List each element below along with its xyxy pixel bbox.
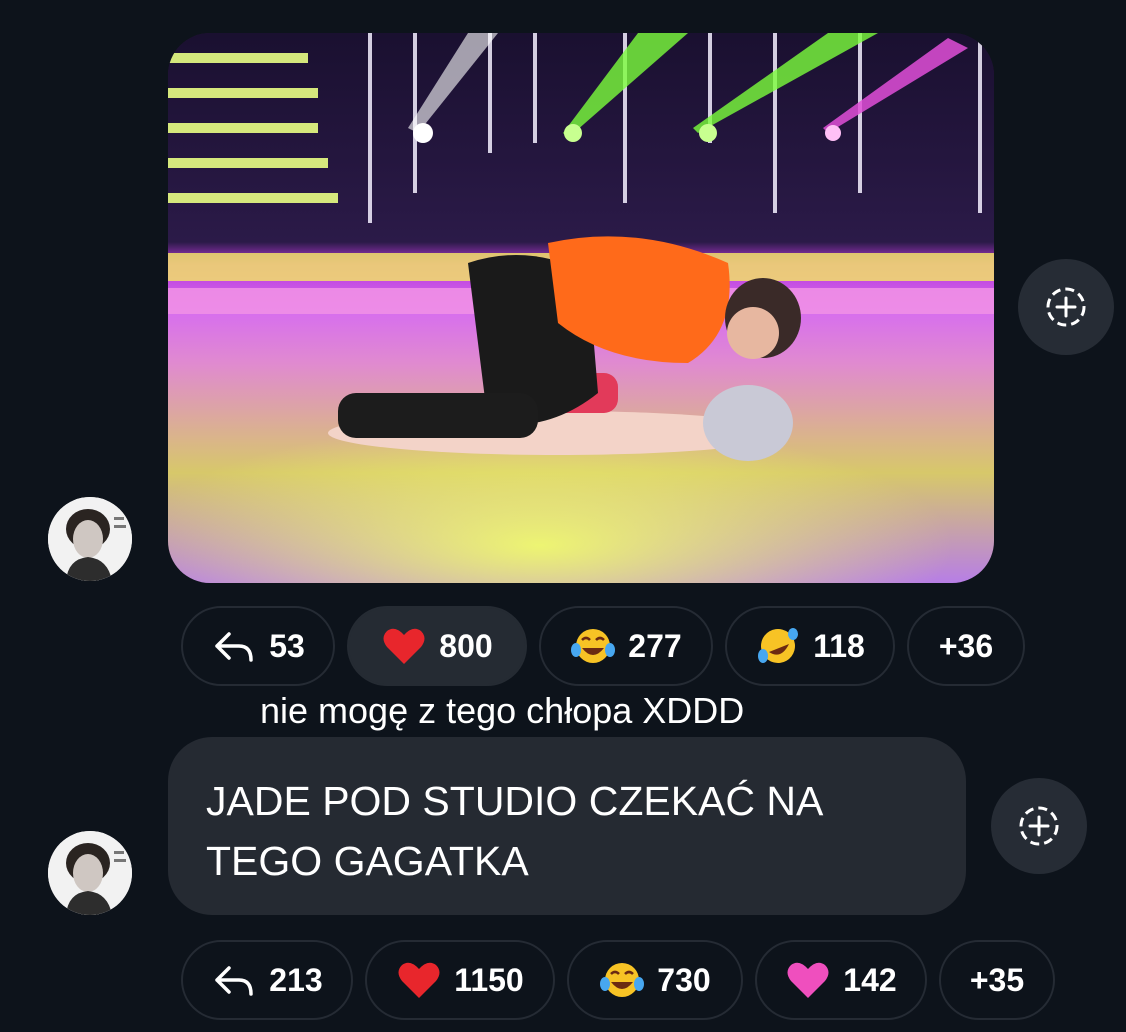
reply-arrow-icon <box>211 960 257 1000</box>
more-reactions-chip[interactable]: +35 <box>939 940 1055 1020</box>
avatar-portrait-image <box>48 497 132 581</box>
rofl-reaction-chip[interactable]: 118 <box>725 606 895 686</box>
laugh-reaction-chip[interactable]: 277 <box>539 606 713 686</box>
reaction-count: 1150 <box>454 961 524 998</box>
reply-arrow-icon <box>211 626 257 666</box>
message-caption: nie mogę z tego chłopa XDDD <box>260 690 745 731</box>
reaction-count: 277 <box>628 627 682 664</box>
heart-reaction-chip[interactable]: 1150 <box>365 940 555 1020</box>
reaction-bar: 213 1150 730 142 +35 <box>181 940 1055 1020</box>
avatar-portrait-image <box>48 831 132 915</box>
message-text: JADE POD STUDIO CZEKAĆ NA TEGO GAGATKA <box>206 778 822 884</box>
dance-stage-image <box>168 33 994 583</box>
pink-heart-reaction-chip[interactable]: 142 <box>755 940 927 1020</box>
red-heart-emoji <box>396 960 442 1000</box>
more-reactions-chip[interactable]: +36 <box>907 606 1025 686</box>
add-circle-dashed-icon <box>1046 287 1086 327</box>
tears-of-joy-emoji <box>599 960 645 1000</box>
reaction-count: 800 <box>439 627 493 664</box>
add-circle-dashed-icon <box>1019 806 1059 846</box>
tears-of-joy-emoji <box>570 626 616 666</box>
reply-chip[interactable]: 53 <box>181 606 335 686</box>
reaction-bar: 53 800 277 118 +36 <box>181 606 1025 686</box>
share-button[interactable] <box>1018 259 1114 355</box>
reaction-count: 142 <box>843 961 897 998</box>
reaction-count: +35 <box>969 961 1025 998</box>
reaction-count: +36 <box>938 627 994 664</box>
reaction-count: 53 <box>269 627 305 664</box>
message-bubble[interactable]: JADE POD STUDIO CZEKAĆ NA TEGO GAGATKA <box>168 737 966 915</box>
pink-heart-emoji <box>785 960 831 1000</box>
rofl-emoji <box>755 626 801 666</box>
heart-reaction-chip[interactable]: 800 <box>347 606 527 686</box>
red-heart-emoji <box>381 626 427 666</box>
reaction-count: 730 <box>657 961 711 998</box>
reply-chip[interactable]: 213 <box>181 940 353 1020</box>
reaction-count: 213 <box>269 961 323 998</box>
share-button[interactable] <box>991 778 1087 874</box>
sender-avatar[interactable] <box>48 831 132 915</box>
reaction-count: 118 <box>813 627 865 664</box>
message-photo[interactable] <box>168 33 994 583</box>
laugh-reaction-chip[interactable]: 730 <box>567 940 743 1020</box>
sender-avatar[interactable] <box>48 497 132 581</box>
